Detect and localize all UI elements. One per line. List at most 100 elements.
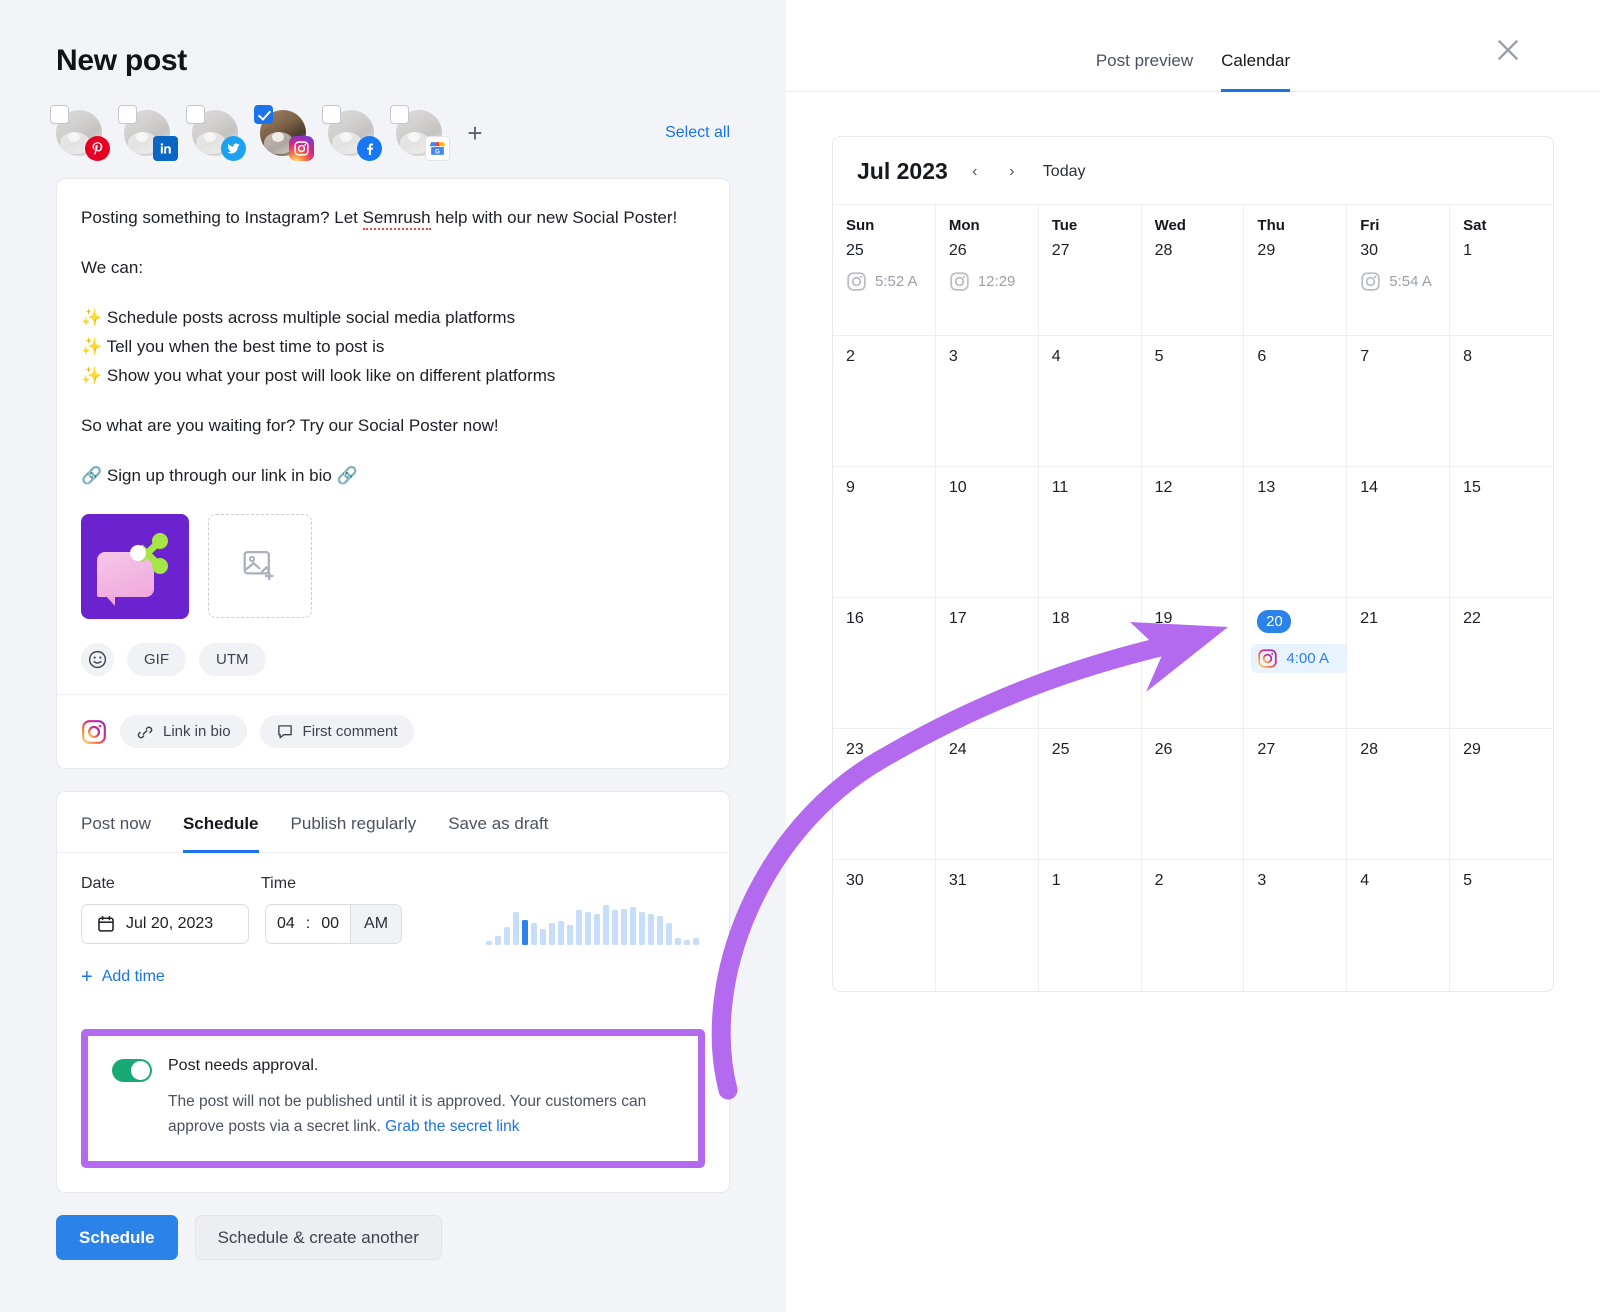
grab-secret-link[interactable]: Grab the secret link bbox=[385, 1118, 519, 1135]
calendar-day-cell[interactable]: 2 bbox=[833, 336, 936, 467]
schedule-tab-schedule[interactable]: Schedule bbox=[182, 792, 259, 853]
calendar-day-cell[interactable]: 12 bbox=[1141, 467, 1245, 598]
chart-bar[interactable] bbox=[621, 908, 627, 945]
chart-bar[interactable] bbox=[576, 910, 582, 945]
chart-bar[interactable] bbox=[513, 912, 519, 945]
chart-bar[interactable] bbox=[657, 915, 663, 945]
calendar-day-cell[interactable]: 31 bbox=[936, 860, 1039, 991]
calendar-day-cell[interactable]: 18 bbox=[1038, 598, 1142, 729]
calendar-day-cell[interactable]: 26 bbox=[1141, 729, 1245, 860]
chart-bar[interactable] bbox=[675, 937, 681, 945]
account-checkbox-pinterest[interactable] bbox=[50, 105, 69, 124]
account-checkbox-linkedin[interactable] bbox=[118, 105, 137, 124]
calendar-day-cell[interactable]: 11 bbox=[1038, 467, 1142, 598]
chart-bar[interactable] bbox=[558, 921, 564, 945]
calendar-day-cell[interactable]: Sun 25 5:52 A bbox=[833, 205, 936, 336]
calendar-day-cell[interactable]: 8 bbox=[1450, 336, 1553, 467]
preview-tab-calendar[interactable]: Calendar bbox=[1221, 51, 1291, 92]
calendar-day-cell[interactable]: 19 bbox=[1141, 598, 1245, 729]
calendar-day-cell[interactable]: 1 bbox=[1039, 860, 1142, 991]
chart-bar[interactable] bbox=[486, 941, 492, 945]
chart-bar[interactable] bbox=[540, 928, 546, 945]
calendar-day-cell[interactable]: 20 4:00 A bbox=[1244, 598, 1348, 729]
add-image-dropzone[interactable] bbox=[208, 514, 312, 618]
account-checkbox-google-business[interactable] bbox=[390, 105, 409, 124]
schedule-tab-post-now[interactable]: Post now bbox=[81, 792, 151, 853]
post-needs-approval-toggle[interactable] bbox=[112, 1059, 152, 1082]
add-account-button[interactable]: + bbox=[460, 118, 490, 148]
calendar-day-cell[interactable]: Fri 30 5:54 A bbox=[1347, 205, 1451, 336]
chart-bar[interactable] bbox=[567, 925, 573, 945]
chart-bar[interactable] bbox=[504, 926, 510, 945]
utm-button[interactable]: UTM bbox=[199, 643, 266, 676]
account-checkbox-facebook[interactable] bbox=[322, 105, 341, 124]
next-month-button[interactable]: › bbox=[1002, 162, 1022, 182]
calendar-event[interactable]: 5:54 A bbox=[1360, 271, 1436, 292]
today-button[interactable]: Today bbox=[1043, 163, 1086, 181]
calendar-day-cell[interactable]: 4 bbox=[1038, 336, 1142, 467]
account-facebook[interactable] bbox=[322, 105, 382, 161]
calendar-day-cell[interactable]: 23 bbox=[833, 729, 936, 860]
chart-bar[interactable] bbox=[666, 923, 672, 945]
chart-bar[interactable] bbox=[585, 912, 591, 945]
account-instagram[interactable] bbox=[254, 105, 314, 161]
chart-bar[interactable] bbox=[612, 910, 618, 945]
first-comment-button[interactable]: First comment bbox=[259, 715, 414, 748]
prev-month-button[interactable]: ‹ bbox=[965, 162, 985, 182]
calendar-day-cell[interactable]: Wed 28 bbox=[1141, 205, 1245, 336]
schedule-and-create-another-button[interactable]: Schedule & create another bbox=[194, 1215, 442, 1260]
calendar-day-cell[interactable]: 13 bbox=[1244, 467, 1348, 598]
chart-bar[interactable] bbox=[684, 939, 690, 945]
calendar-day-cell[interactable]: 22 bbox=[1450, 598, 1553, 729]
calendar-day-cell[interactable]: 5 bbox=[1141, 336, 1245, 467]
chart-bar[interactable] bbox=[549, 923, 555, 945]
schedule-tab-save-as-draft[interactable]: Save as draft bbox=[448, 792, 548, 853]
account-google-business[interactable]: G bbox=[390, 105, 450, 161]
calendar-day-cell[interactable]: 4 bbox=[1347, 860, 1451, 991]
time-ampm-toggle[interactable]: AM bbox=[350, 905, 402, 943]
calendar-day-cell[interactable]: 2 bbox=[1142, 860, 1245, 991]
calendar-day-cell[interactable]: 30 bbox=[833, 860, 936, 991]
chart-bar[interactable] bbox=[603, 905, 609, 945]
account-pinterest[interactable] bbox=[50, 105, 110, 161]
calendar-day-cell[interactable]: 3 bbox=[1244, 860, 1348, 991]
time-hour[interactable]: 04 bbox=[266, 905, 306, 943]
calendar-day-cell[interactable]: 27 bbox=[1244, 729, 1348, 860]
link-in-bio-button[interactable]: Link in bio bbox=[120, 715, 247, 748]
post-text-area[interactable]: Posting something to Instagram? Let Semr… bbox=[81, 203, 705, 490]
account-linkedin[interactable] bbox=[118, 105, 178, 161]
account-checkbox-twitter[interactable] bbox=[186, 105, 205, 124]
calendar-event[interactable]: 12:29 bbox=[949, 271, 1025, 292]
calendar-day-cell[interactable]: 24 bbox=[935, 729, 1039, 860]
calendar-day-cell[interactable]: 10 bbox=[935, 467, 1039, 598]
calendar-event[interactable]: 5:52 A bbox=[846, 271, 922, 292]
chart-bar[interactable] bbox=[522, 919, 528, 945]
calendar-day-cell[interactable]: Tue 27 bbox=[1038, 205, 1142, 336]
calendar-day-cell[interactable]: 3 bbox=[935, 336, 1039, 467]
chart-bar[interactable] bbox=[594, 914, 600, 945]
calendar-day-cell[interactable]: 7 bbox=[1347, 336, 1451, 467]
chart-bar[interactable] bbox=[531, 923, 537, 945]
preview-tab-post-preview[interactable]: Post preview bbox=[1096, 51, 1193, 92]
chart-bar[interactable] bbox=[693, 937, 699, 945]
date-input[interactable]: Jul 20, 2023 bbox=[81, 904, 249, 944]
calendar-day-cell[interactable]: 29 bbox=[1450, 729, 1553, 860]
select-all-link[interactable]: Select all bbox=[665, 124, 730, 142]
calendar-day-cell[interactable]: 6 bbox=[1244, 336, 1348, 467]
calendar-day-cell[interactable]: Thu 29 bbox=[1244, 205, 1348, 336]
schedule-tab-publish-regularly[interactable]: Publish regularly bbox=[291, 792, 417, 853]
add-time-button[interactable]: + Add time bbox=[81, 967, 705, 987]
close-icon[interactable] bbox=[1492, 34, 1524, 66]
time-minute[interactable]: 00 bbox=[310, 905, 350, 943]
chart-bar[interactable] bbox=[639, 912, 645, 945]
calendar-day-cell[interactable]: 9 bbox=[833, 467, 936, 598]
calendar-day-cell[interactable]: 5 bbox=[1450, 860, 1553, 991]
calendar-day-cell[interactable]: 14 bbox=[1347, 467, 1451, 598]
calendar-day-cell[interactable]: 17 bbox=[935, 598, 1039, 729]
account-checkbox-instagram[interactable] bbox=[254, 105, 273, 124]
schedule-button[interactable]: Schedule bbox=[56, 1215, 178, 1260]
gif-button[interactable]: GIF bbox=[127, 643, 186, 676]
calendar-day-cell[interactable]: 28 bbox=[1347, 729, 1451, 860]
calendar-day-cell[interactable]: 25 bbox=[1038, 729, 1142, 860]
chart-bar[interactable] bbox=[648, 914, 654, 945]
